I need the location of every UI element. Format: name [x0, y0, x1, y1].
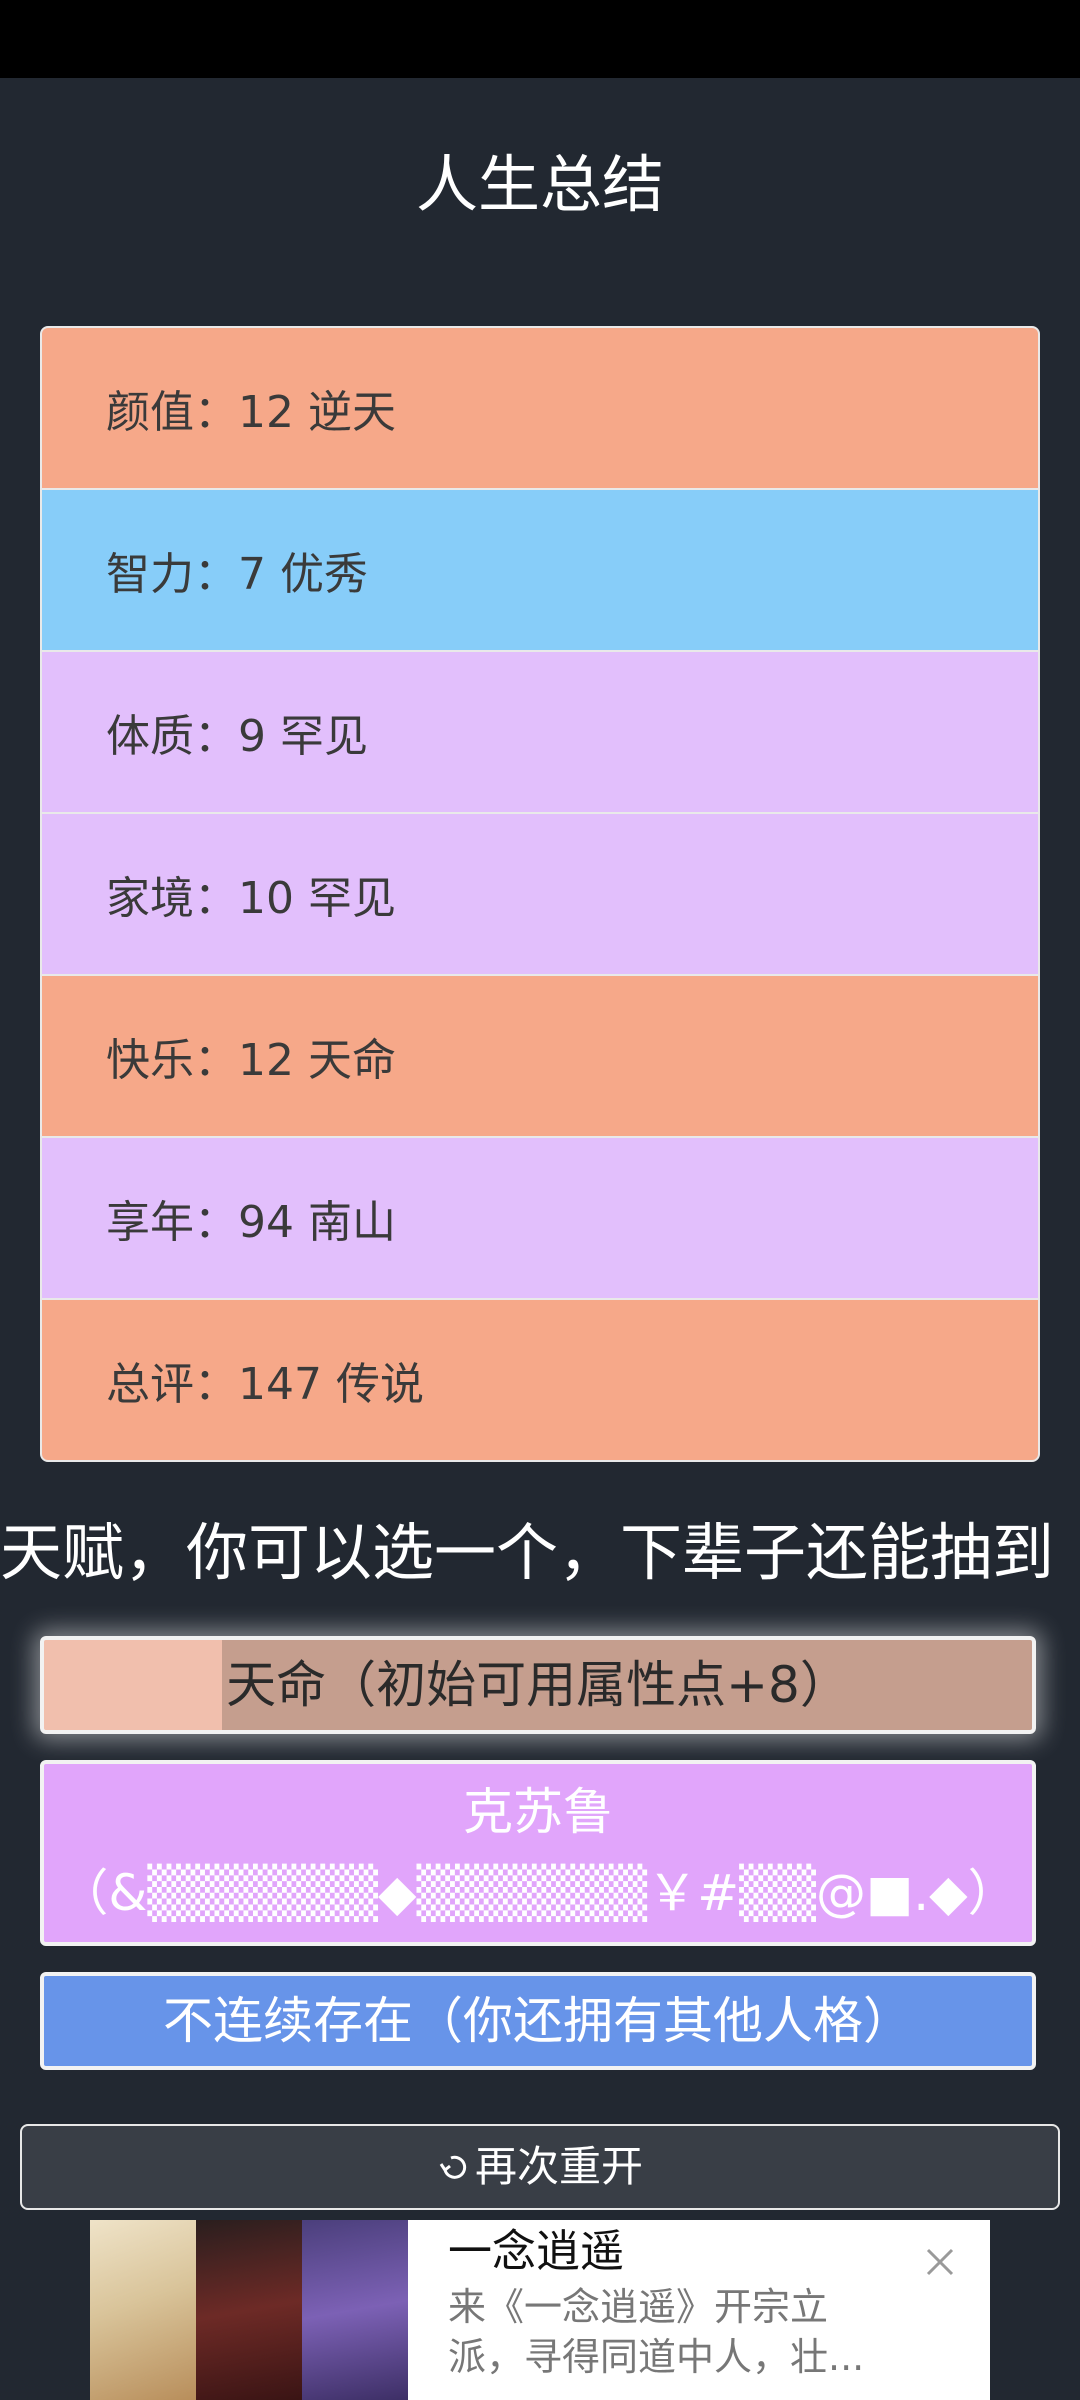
- page-title: 人生总结: [415, 148, 664, 221]
- ad-image: [196, 2220, 302, 2400]
- talent-description: （&▒▒▒▒▒▒◆▒▒▒▒▒▒￥#▒▒@■.◆）: [58, 1864, 1018, 1922]
- talent-name: 克苏鲁: [463, 1783, 613, 1841]
- ad-banner[interactable]: 一念逍遥 来《一念逍遥》开宗立派，寻得同道中人，壮...: [90, 2220, 990, 2400]
- stat-row-happiness: 快乐：12 天命: [42, 976, 1038, 1136]
- stat-row-family: 家境：10 罕见: [42, 814, 1038, 974]
- refresh-icon: [437, 2129, 471, 2211]
- status-bar: [0, 0, 1080, 78]
- ad-image: [90, 2220, 196, 2400]
- talent-heading: 天赋，你可以选一个，下辈子还能抽到: [0, 1516, 1055, 1589]
- restart-button[interactable]: 再次重开: [20, 2124, 1060, 2210]
- ad-image: [302, 2220, 408, 2400]
- stat-row-intelligence: 智力：7 优秀: [42, 490, 1038, 650]
- talent-option-fate[interactable]: 天命（初始可用属性点+8）: [40, 1636, 1036, 1734]
- talent-option-discontinuous[interactable]: 不连续存在（你还拥有其他人格）: [40, 1972, 1036, 2070]
- ad-title: 一念逍遥: [448, 2226, 624, 2277]
- stat-row-total-score: 总评：147 传说: [42, 1300, 1038, 1460]
- stat-row-appearance: 颜值：12 逆天: [42, 328, 1038, 488]
- close-icon[interactable]: [920, 2242, 960, 2282]
- talent-option-cthulhu[interactable]: 克苏鲁 （&▒▒▒▒▒▒◆▒▒▒▒▒▒￥#▒▒@■.◆）: [40, 1760, 1036, 1946]
- stat-row-constitution: 体质：9 罕见: [42, 652, 1038, 812]
- ad-description: 来《一念逍遥》开宗立派，寻得同道中人，壮...: [448, 2285, 865, 2379]
- restart-label: 再次重开: [474, 2142, 643, 2191]
- life-summary-card: 颜值：12 逆天 智力：7 优秀 体质：9 罕见 家境：10 罕见 快乐：12 …: [40, 326, 1040, 1462]
- stat-row-lifespan: 享年：94 南山: [42, 1138, 1038, 1298]
